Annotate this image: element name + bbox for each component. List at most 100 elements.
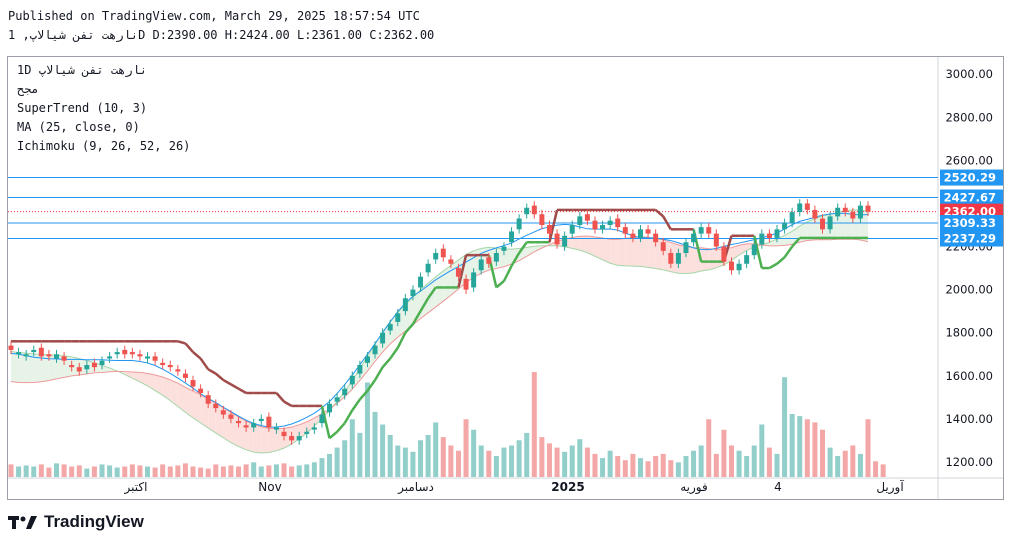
ichimoku-cloud-segment: [170, 379, 178, 407]
volume-bar: [402, 447, 408, 477]
volume-bar: [546, 443, 552, 477]
volume-bar: [46, 467, 52, 477]
volume-bar: [76, 465, 82, 477]
legend-ma[interactable]: MA (25, close, 0): [17, 120, 140, 134]
candle-body: [728, 261, 734, 271]
candle-body: [857, 205, 863, 219]
volume-bar: [827, 447, 833, 477]
candle-body: [311, 427, 317, 430]
price-tag-label: 2237.29: [944, 232, 996, 246]
y-tick-label: 1600.00: [945, 369, 993, 383]
volume-bar: [721, 429, 727, 477]
candle-body: [395, 313, 401, 322]
volume-bar: [751, 445, 757, 477]
tradingview-logo[interactable]: TradingView: [8, 512, 144, 532]
price-chart[interactable]: 1200.001400.001600.001800.002000.002200.…: [8, 57, 1004, 499]
candle-body: [145, 356, 151, 359]
volume-bar: [410, 451, 416, 477]
supertrend-segment: [328, 430, 338, 440]
volume-bar: [129, 464, 135, 477]
candle-body: [842, 207, 848, 213]
supertrend-segment: [495, 280, 505, 289]
volume-bar: [880, 464, 886, 477]
candle-body: [789, 212, 795, 223]
legend-ichimoku[interactable]: Ichimoku (9, 26, 52, 26): [17, 139, 190, 153]
candle-body: [418, 276, 424, 288]
volume-bar: [23, 465, 29, 477]
volume-bar: [243, 464, 249, 477]
supertrend-segment: [351, 398, 361, 411]
candle-body: [387, 324, 393, 331]
candle-body: [562, 235, 568, 247]
volume-bar: [759, 424, 765, 477]
y-tick-label: 1200.00: [945, 455, 993, 469]
candle-body: [357, 365, 363, 374]
y-tick-label: 2600.00: [945, 153, 993, 167]
volume-bar: [357, 432, 363, 477]
ichimoku-cloud-segment: [26, 353, 34, 383]
candle-body: [122, 349, 128, 355]
volume-bar: [539, 437, 545, 477]
chart-frame[interactable]: 1200.00 1400.00 1600.00 1800.00 2000.00 2200.…: [7, 56, 1004, 500]
candle-body: [706, 227, 712, 234]
volume-bar: [455, 450, 461, 477]
x-tick-label: فوریه: [680, 480, 708, 495]
candle-body: [622, 227, 628, 234]
volume-bar: [16, 466, 22, 477]
volume-bar: [160, 464, 166, 477]
ichimoku-cloud-segment: [155, 375, 163, 396]
volume-bar: [190, 466, 196, 477]
candle-body: [38, 347, 44, 357]
volume-bar: [289, 466, 295, 477]
supertrend-segment: [275, 392, 285, 403]
supertrend-segment: [177, 340, 186, 345]
legend-exchange: مجح: [17, 82, 39, 96]
volume-bar: [99, 464, 105, 477]
supertrend-segment: [373, 366, 384, 381]
candle-body: [69, 365, 75, 368]
volume-bar: [873, 461, 879, 477]
candle-body: [137, 354, 143, 357]
price-tag-label: 2309.33: [944, 216, 996, 230]
candle-body: [835, 207, 841, 217]
price-tag-label: 2520.29: [944, 171, 996, 185]
volume-bar: [637, 458, 643, 477]
x-tick-label: آوریل: [876, 479, 904, 495]
candle-body: [243, 425, 249, 428]
candle-body: [584, 214, 590, 221]
candle-body: [440, 248, 446, 258]
supertrend-segment: [283, 400, 293, 408]
volume-bar: [84, 468, 90, 477]
candle-body: [425, 263, 431, 273]
x-tick-label: دسامبر: [397, 480, 434, 495]
candle-body: [167, 365, 173, 368]
volume-bar: [607, 450, 613, 477]
candle-body: [319, 414, 325, 424]
supertrend-segment: [214, 372, 225, 382]
volume-bar: [675, 462, 681, 477]
candle-body: [812, 209, 818, 219]
supertrend-segment: [776, 256, 786, 265]
y-tick-label: 1800.00: [945, 326, 993, 340]
volume-bar: [198, 467, 204, 477]
legend-supertrend[interactable]: SuperTrend (10, 3): [17, 101, 147, 115]
candle-body: [107, 356, 113, 359]
candle-body: [630, 233, 636, 238]
volume-bar: [296, 465, 302, 477]
candle-body: [190, 380, 196, 387]
candle-body: [327, 403, 333, 413]
candle-body: [289, 436, 295, 441]
candle-body: [675, 253, 681, 264]
symbol-ohlc-line: نارهت تفن شيالاپ, 1D D:2390.00 H:2424.00…: [8, 28, 435, 42]
candle-body: [721, 246, 727, 262]
volume-bar: [311, 462, 317, 477]
ichimoku-cloud-segment: [632, 236, 641, 267]
candle-body: [744, 255, 750, 264]
volume-bar: [266, 465, 272, 477]
volume-bar: [819, 429, 825, 477]
supertrend-segment: [389, 347, 399, 360]
volume-bar: [842, 450, 848, 477]
y-tick-label: 1400.00: [945, 412, 993, 426]
candle-body: [198, 388, 204, 393]
volume-bar: [395, 445, 401, 477]
